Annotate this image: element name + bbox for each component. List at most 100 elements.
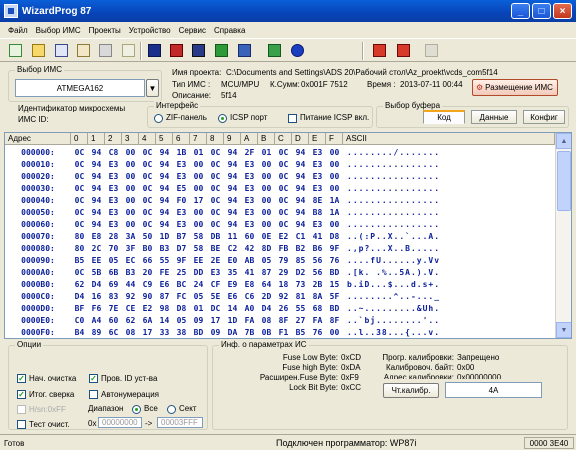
- hex-byte[interactable]: 00: [190, 220, 207, 229]
- hex-byte[interactable]: 94: [156, 172, 173, 181]
- hex-byte[interactable]: B6: [309, 244, 326, 253]
- hex-byte[interactable]: 55: [292, 304, 309, 313]
- hex-byte[interactable]: 05: [190, 292, 207, 301]
- hex-byte[interactable]: 00: [258, 220, 275, 229]
- hex-byte[interactable]: F6: [88, 304, 105, 313]
- hex-byte[interactable]: 60: [241, 232, 258, 241]
- row-ascii[interactable]: ................: [343, 160, 440, 169]
- hex-byte[interactable]: 0C: [71, 268, 88, 277]
- hex-byte[interactable]: 20: [139, 268, 156, 277]
- hex-byte[interactable]: 94: [292, 184, 309, 193]
- hex-byte[interactable]: 28: [105, 232, 122, 241]
- hex-byte[interactable]: 29: [275, 268, 292, 277]
- row-ascii[interactable]: ................: [343, 196, 440, 205]
- table-row[interactable]: 000050: 0C 94 E3 00 0C 94 E3 00 0C 94 E3 00 0C 94 B8 1A.…: [5, 206, 555, 218]
- hex-byte[interactable]: B5: [292, 328, 309, 337]
- hex-byte[interactable]: 8D: [258, 244, 275, 253]
- erase-test-checkbox[interactable]: [17, 420, 26, 429]
- hex-byte[interactable]: 0C: [71, 160, 88, 169]
- hex-byte[interactable]: 60: [105, 316, 122, 325]
- hex-byte[interactable]: 8F: [326, 316, 343, 325]
- hex-byte[interactable]: EE: [88, 256, 105, 265]
- hex-byte[interactable]: E3: [105, 220, 122, 229]
- menu-file[interactable]: Файл: [4, 26, 32, 35]
- hex-byte[interactable]: E3: [173, 172, 190, 181]
- hex-byte[interactable]: 6C: [105, 328, 122, 337]
- hex-byte[interactable]: 38: [173, 328, 190, 337]
- hex-byte[interactable]: 94: [292, 196, 309, 205]
- hex-byte[interactable]: E8: [241, 280, 258, 289]
- hex-byte[interactable]: E3: [105, 184, 122, 193]
- hex-byte[interactable]: 94: [224, 184, 241, 193]
- hex-byte[interactable]: 3A: [122, 232, 139, 241]
- hex-byte[interactable]: C6: [241, 292, 258, 301]
- hex-byte[interactable]: 8E: [309, 196, 326, 205]
- menu-service[interactable]: Сервис: [175, 26, 210, 35]
- hex-byte[interactable]: 80: [71, 232, 88, 241]
- hex-byte[interactable]: 0C: [139, 148, 156, 157]
- hex-byte[interactable]: 00: [122, 208, 139, 217]
- hex-byte[interactable]: 05: [173, 316, 190, 325]
- hex-byte[interactable]: 69: [105, 280, 122, 289]
- device-select-icon[interactable]: [395, 42, 412, 59]
- hex-byte[interactable]: 94: [88, 148, 105, 157]
- hex-byte[interactable]: 0C: [207, 184, 224, 193]
- range-from-input[interactable]: 00000000: [98, 417, 142, 428]
- hex-byte[interactable]: 83: [105, 292, 122, 301]
- chip-placement-button[interactable]: ⚙ Размещение ИМС: [472, 79, 558, 96]
- hex-byte[interactable]: 94: [292, 160, 309, 169]
- menu-help[interactable]: Справка: [210, 26, 249, 35]
- hex-byte[interactable]: 94: [156, 160, 173, 169]
- hex-byte[interactable]: BD: [326, 304, 343, 313]
- hex-byte[interactable]: 94: [88, 172, 105, 181]
- hex-byte[interactable]: E9: [224, 280, 241, 289]
- blank-check-icon[interactable]: [190, 42, 207, 59]
- hex-byte[interactable]: 62: [122, 316, 139, 325]
- hex-byte[interactable]: 00: [122, 148, 139, 157]
- row-ascii[interactable]: ................: [343, 184, 440, 193]
- hex-byte[interactable]: 94: [292, 220, 309, 229]
- program-chip-icon[interactable]: [213, 42, 230, 59]
- table-row[interactable]: 0000D0: BF F6 7E CE E2 98 D8 01 DC 14 A0 D4 26 55 68 BD.…: [5, 302, 555, 314]
- hex-byte[interactable]: 41: [309, 232, 326, 241]
- hex-byte[interactable]: 2D: [258, 292, 275, 301]
- row-ascii[interactable]: ..l..38...{...v.: [343, 328, 440, 337]
- row-ascii[interactable]: ........^..-..._: [343, 292, 440, 301]
- hex-byte[interactable]: 0C: [207, 208, 224, 217]
- initial-erase-checkbox[interactable]: ✓: [17, 374, 26, 383]
- hex-byte[interactable]: 00: [122, 172, 139, 181]
- table-row[interactable]: 000080: 80 2C 70 3F B0 B3 D7 58 BE C2 42 8D FB B2 B6 9F.…: [5, 242, 555, 254]
- hex-byte[interactable]: 00: [122, 220, 139, 229]
- hex-byte[interactable]: 90: [139, 292, 156, 301]
- hex-byte[interactable]: 92: [122, 292, 139, 301]
- hex-byte[interactable]: 0C: [275, 196, 292, 205]
- verify-chip-icon[interactable]: [236, 42, 253, 59]
- hex-byte[interactable]: 0C: [275, 148, 292, 157]
- hex-byte[interactable]: 15: [326, 280, 343, 289]
- hex-byte[interactable]: 94: [156, 184, 173, 193]
- hex-byte[interactable]: 85: [292, 256, 309, 265]
- hex-byte[interactable]: 58: [190, 244, 207, 253]
- info-icon[interactable]: [289, 42, 306, 59]
- hex-byte[interactable]: 35: [224, 268, 241, 277]
- hex-byte[interactable]: DC: [207, 304, 224, 313]
- calc-icon[interactable]: [120, 42, 137, 59]
- hex-byte[interactable]: DD: [190, 268, 207, 277]
- hex-byte[interactable]: 25: [173, 268, 190, 277]
- hex-byte[interactable]: 26: [275, 304, 292, 313]
- hex-byte[interactable]: 0C: [139, 220, 156, 229]
- calibration-value-field[interactable]: 4A: [445, 382, 542, 398]
- hex-byte[interactable]: 7E: [105, 304, 122, 313]
- auto-icon[interactable]: [266, 42, 283, 59]
- hex-byte[interactable]: 00: [258, 160, 275, 169]
- hex-byte[interactable]: 1B: [173, 148, 190, 157]
- hex-byte[interactable]: E3: [241, 160, 258, 169]
- chip-select-dropdown[interactable]: ▼: [146, 79, 159, 97]
- hex-byte[interactable]: E6: [156, 280, 173, 289]
- hex-byte[interactable]: 01: [190, 148, 207, 157]
- hex-byte[interactable]: 1D: [224, 316, 241, 325]
- hex-byte[interactable]: 68: [309, 304, 326, 313]
- hex-byte[interactable]: 6A: [139, 316, 156, 325]
- hex-byte[interactable]: 0C: [275, 184, 292, 193]
- hex-byte[interactable]: 00: [122, 184, 139, 193]
